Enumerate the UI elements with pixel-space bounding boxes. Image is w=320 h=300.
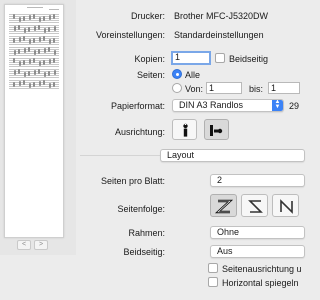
landscape-person-icon: [210, 125, 223, 136]
section-select[interactable]: Layout: [160, 149, 305, 162]
border-value: Ohne: [217, 227, 240, 237]
orientation-landscape-button[interactable]: [204, 119, 229, 140]
two-sided-label: Beidseitig:: [123, 247, 165, 257]
orientation-label: Ausrichtung:: [114, 127, 165, 137]
page-order-reverse-z-button[interactable]: [241, 194, 268, 217]
paper-size-value: DIN A3 Randlos: [179, 100, 244, 110]
portrait-person-icon: [183, 123, 188, 137]
n-order-icon: [280, 199, 293, 214]
two-sided-value: Aus: [217, 246, 233, 256]
orientation-portrait-button[interactable]: [172, 119, 197, 140]
preview-title-lines: [5, 7, 63, 10]
pages-label: Seiten:: [136, 70, 165, 80]
pages-all-label: Alle: [185, 70, 201, 80]
border-select[interactable]: Ohne: [210, 226, 305, 239]
pages-from-label: Von:: [185, 84, 204, 94]
reverse-z-order-icon: [248, 200, 263, 213]
page-order-n-button[interactable]: [272, 194, 299, 217]
flip-horizontal-checkbox[interactable]: [208, 277, 218, 287]
presets-select[interactable]: Standardeinstellungen: [174, 30, 264, 40]
pages-all-radio[interactable]: [172, 69, 182, 79]
popup-arrows-icon: ▲ ▼: [272, 100, 283, 111]
pages-per-sheet-select[interactable]: 2: [210, 174, 305, 187]
copies-field[interactable]: 1: [171, 51, 211, 65]
pages-per-sheet-label: Seiten pro Blatt:: [100, 176, 165, 186]
page-order-label: Seitenfolge:: [117, 204, 165, 214]
pages-range-radio[interactable]: [172, 83, 182, 93]
duplex-checkbox[interactable]: [215, 53, 225, 63]
printer-label: Drucker:: [130, 11, 165, 21]
pages-from-field[interactable]: 1: [206, 82, 242, 94]
printer-select[interactable]: Brother MFC-J5320DW: [174, 11, 268, 21]
paper-size-select[interactable]: DIN A3 Randlos ▲ ▼: [172, 99, 284, 112]
reverse-orientation-checkbox[interactable]: [208, 263, 218, 273]
two-sided-select[interactable]: Aus: [210, 245, 305, 258]
pages-per-sheet-value: 2: [217, 175, 223, 185]
paper-size-label: Papierformat:: [110, 101, 165, 111]
border-label: Rahmen:: [128, 228, 165, 238]
flip-horizontal-label: Horizontal spiegeln: [222, 278, 299, 288]
section-select-value: Layout: [167, 150, 195, 160]
paper-size-dimensions: 29: [289, 101, 300, 111]
pages-to-field[interactable]: 1: [268, 82, 300, 94]
page-order-z-button[interactable]: [210, 194, 237, 217]
duplex-label: Beidseitig: [229, 54, 269, 64]
copies-label: Kopien:: [134, 54, 165, 64]
reverse-orientation-label: Seitenausrichtung u: [222, 264, 302, 274]
z-order-icon: [214, 199, 234, 214]
pages-to-label: bis:: [249, 84, 264, 94]
preview-staff: [9, 80, 59, 89]
presets-label: Voreinstellungen:: [95, 30, 165, 40]
